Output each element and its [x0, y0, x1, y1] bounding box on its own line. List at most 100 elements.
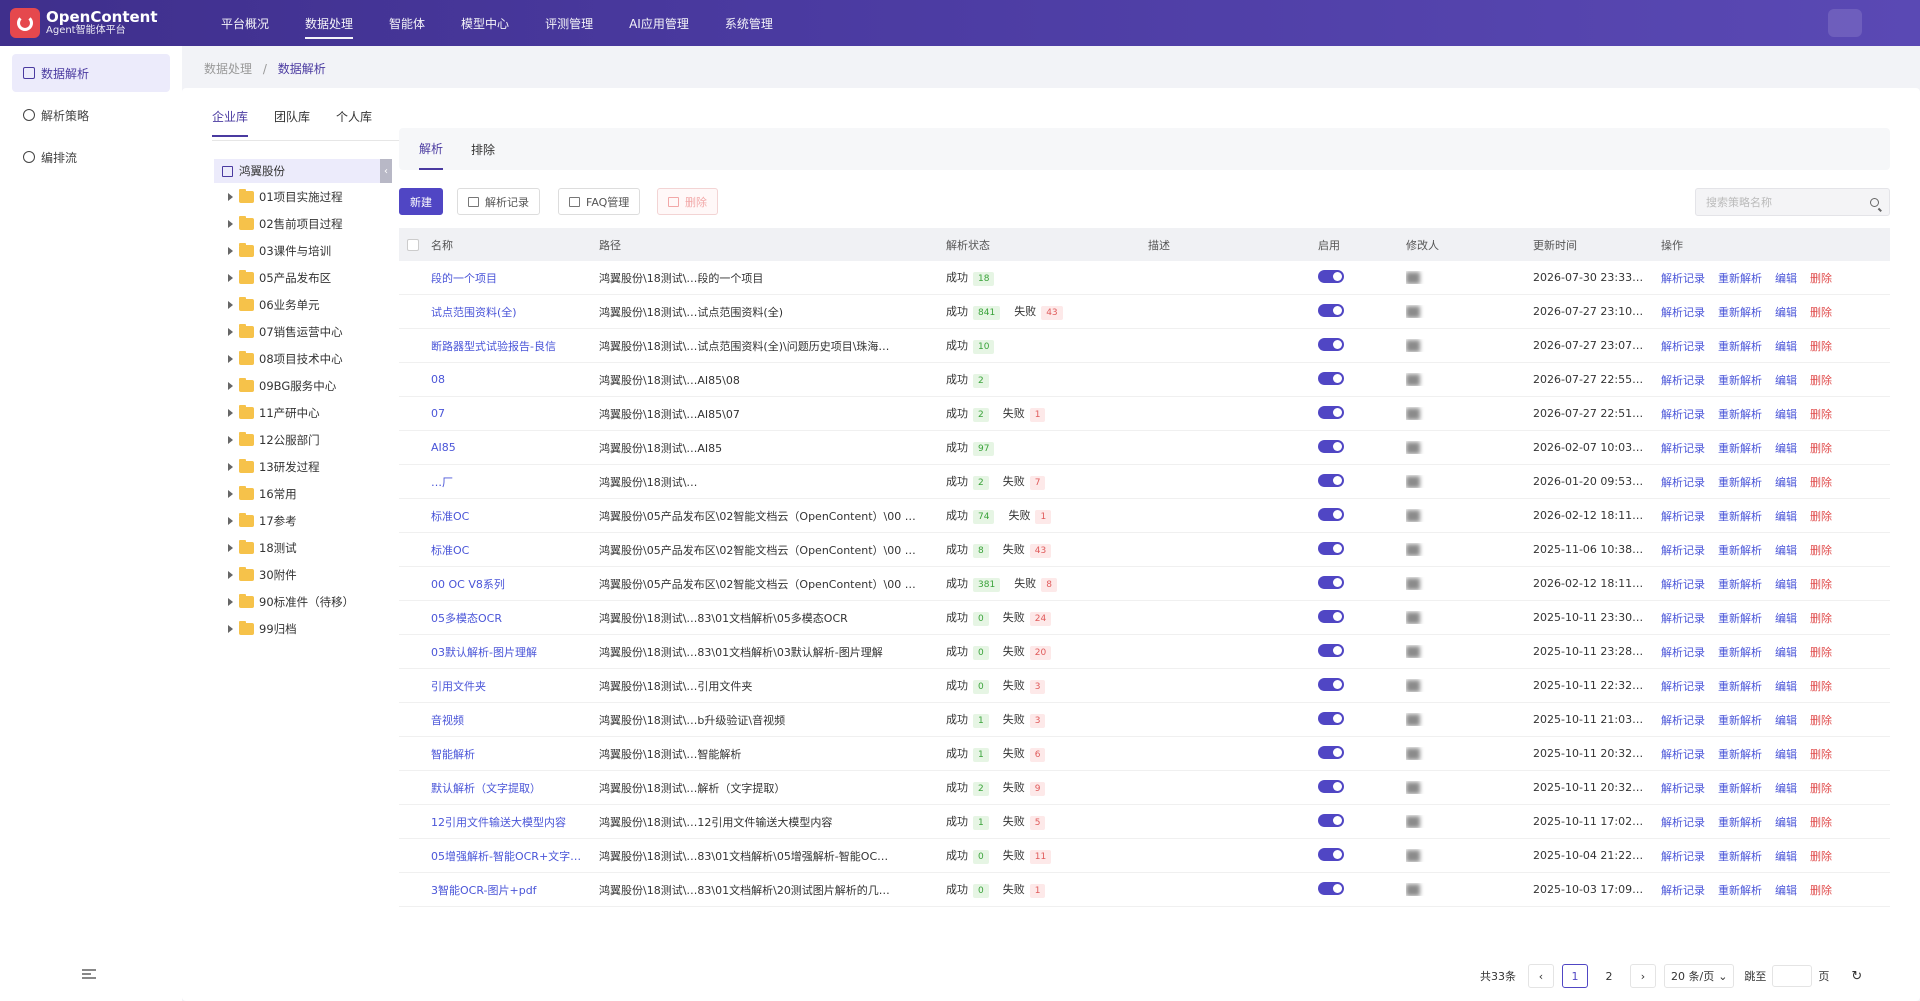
op-edit-button[interactable]: 编辑: [1775, 374, 1797, 387]
enable-toggle[interactable]: [1318, 711, 1344, 725]
strategy-name-link[interactable]: 默认解析（文字提取）: [431, 780, 599, 796]
tree-node[interactable]: 13研发过程: [214, 453, 382, 480]
enable-toggle[interactable]: [1318, 745, 1344, 759]
op-reparse-button[interactable]: 重新解析: [1718, 748, 1762, 761]
tab-team[interactable]: 团队库: [274, 108, 310, 137]
page-1[interactable]: 1: [1562, 964, 1588, 988]
caret-right-icon[interactable]: [228, 543, 233, 552]
op-log-button[interactable]: 解析记录: [1661, 816, 1705, 829]
op-log-button[interactable]: 解析记录: [1661, 748, 1705, 761]
op-edit-button[interactable]: 编辑: [1775, 646, 1797, 659]
op-delete-button[interactable]: 删除: [1810, 578, 1832, 591]
strategy-name-link[interactable]: 3智能OCR-图片+pdf: [431, 882, 599, 898]
enable-toggle[interactable]: [1318, 303, 1344, 317]
op-reparse-button[interactable]: 重新解析: [1718, 680, 1762, 693]
op-reparse-button[interactable]: 重新解析: [1718, 510, 1762, 523]
tree-node[interactable]: 18测试: [214, 534, 382, 561]
op-log-button[interactable]: 解析记录: [1661, 272, 1705, 285]
op-reparse-button[interactable]: 重新解析: [1718, 340, 1762, 353]
op-log-button[interactable]: 解析记录: [1661, 408, 1705, 421]
next-page-button[interactable]: ›: [1630, 964, 1656, 988]
strategy-name-link[interactable]: 12引用文件输送大模型内容: [431, 814, 599, 830]
nav-item[interactable]: 模型中心: [443, 0, 527, 46]
sidebar-item-data-parse[interactable]: 数据解析: [12, 54, 170, 92]
op-log-button[interactable]: 解析记录: [1661, 646, 1705, 659]
op-edit-button[interactable]: 编辑: [1775, 884, 1797, 897]
tree-root[interactable]: 鸿翼股份 ‹: [214, 159, 392, 183]
op-delete-button[interactable]: 删除: [1810, 272, 1832, 285]
avatar[interactable]: [1828, 9, 1862, 37]
op-delete-button[interactable]: 删除: [1810, 782, 1832, 795]
tree-node[interactable]: 01项目实施过程: [214, 183, 382, 210]
tree-node[interactable]: 02售前项目过程: [214, 210, 382, 237]
op-log-button[interactable]: 解析记录: [1661, 544, 1705, 557]
caret-right-icon[interactable]: [228, 570, 233, 579]
op-log-button[interactable]: 解析记录: [1661, 884, 1705, 897]
op-log-button[interactable]: 解析记录: [1661, 850, 1705, 863]
op-log-button[interactable]: 解析记录: [1661, 510, 1705, 523]
op-delete-button[interactable]: 删除: [1810, 544, 1832, 557]
op-log-button[interactable]: 解析记录: [1661, 340, 1705, 353]
op-edit-button[interactable]: 编辑: [1775, 680, 1797, 693]
nav-item[interactable]: 系统管理: [707, 0, 791, 46]
caret-right-icon[interactable]: [228, 597, 233, 606]
strategy-name-link[interactable]: 08: [431, 373, 599, 386]
tab-enterprise[interactable]: 企业库: [212, 108, 249, 137]
op-edit-button[interactable]: 编辑: [1775, 578, 1797, 591]
strategy-name-link[interactable]: 07: [431, 407, 599, 420]
op-edit-button[interactable]: 编辑: [1775, 476, 1797, 489]
op-reparse-button[interactable]: 重新解析: [1718, 816, 1762, 829]
op-delete-button[interactable]: 删除: [1810, 748, 1832, 761]
op-log-button[interactable]: 解析记录: [1661, 306, 1705, 319]
op-edit-button[interactable]: 编辑: [1775, 850, 1797, 863]
op-delete-button[interactable]: 删除: [1810, 646, 1832, 659]
enable-toggle[interactable]: [1318, 575, 1344, 589]
enable-toggle[interactable]: [1318, 473, 1344, 487]
enable-toggle[interactable]: [1318, 541, 1344, 555]
tree-node[interactable]: 06业务单元: [214, 291, 382, 318]
op-delete-button[interactable]: 删除: [1810, 680, 1832, 693]
enable-toggle[interactable]: [1318, 813, 1344, 827]
op-reparse-button[interactable]: 重新解析: [1718, 850, 1762, 863]
op-delete-button[interactable]: 删除: [1810, 306, 1832, 319]
caret-right-icon[interactable]: [228, 354, 233, 363]
op-delete-button[interactable]: 删除: [1810, 850, 1832, 863]
jump-page-input[interactable]: [1772, 965, 1813, 987]
caret-right-icon[interactable]: [228, 273, 233, 282]
tree-node[interactable]: 11产研中心: [214, 399, 382, 426]
op-log-button[interactable]: 解析记录: [1661, 612, 1705, 625]
op-edit-button[interactable]: 编辑: [1775, 442, 1797, 455]
enable-toggle[interactable]: [1318, 405, 1344, 419]
op-reparse-button[interactable]: 重新解析: [1718, 884, 1762, 897]
refresh-icon[interactable]: ↻: [1851, 969, 1862, 984]
op-delete-button[interactable]: 删除: [1810, 340, 1832, 353]
enable-toggle[interactable]: [1318, 371, 1344, 385]
strategy-name-link[interactable]: AI85: [431, 441, 599, 454]
collapse-tree-icon[interactable]: ‹: [380, 159, 392, 183]
faq-button[interactable]: FAQ管理: [558, 188, 641, 215]
strategy-name-link[interactable]: 音视频: [431, 712, 599, 728]
enable-toggle[interactable]: [1318, 337, 1344, 351]
caret-right-icon[interactable]: [228, 624, 233, 633]
prev-page-button[interactable]: ‹: [1528, 964, 1554, 988]
op-log-button[interactable]: 解析记录: [1661, 442, 1705, 455]
op-reparse-button[interactable]: 重新解析: [1718, 782, 1762, 795]
op-edit-button[interactable]: 编辑: [1775, 782, 1797, 795]
op-edit-button[interactable]: 编辑: [1775, 714, 1797, 727]
op-reparse-button[interactable]: 重新解析: [1718, 374, 1762, 387]
enable-toggle[interactable]: [1318, 269, 1344, 283]
op-log-button[interactable]: 解析记录: [1661, 578, 1705, 591]
strategy-name-link[interactable]: 引用文件夹: [431, 678, 599, 694]
enable-toggle[interactable]: [1318, 439, 1344, 453]
op-log-button[interactable]: 解析记录: [1661, 714, 1705, 727]
op-reparse-button[interactable]: 重新解析: [1718, 272, 1762, 285]
op-reparse-button[interactable]: 重新解析: [1718, 612, 1762, 625]
parse-log-button[interactable]: 解析记录: [457, 188, 540, 215]
nav-item[interactable]: 评测管理: [527, 0, 611, 46]
op-edit-button[interactable]: 编辑: [1775, 612, 1797, 625]
tab-parse[interactable]: 解析: [419, 128, 444, 170]
tab-personal[interactable]: 个人库: [336, 108, 372, 137]
caret-right-icon[interactable]: [228, 327, 233, 336]
strategy-name-link[interactable]: …厂: [431, 474, 599, 490]
tree-node[interactable]: 09BG服务中心: [214, 372, 382, 399]
